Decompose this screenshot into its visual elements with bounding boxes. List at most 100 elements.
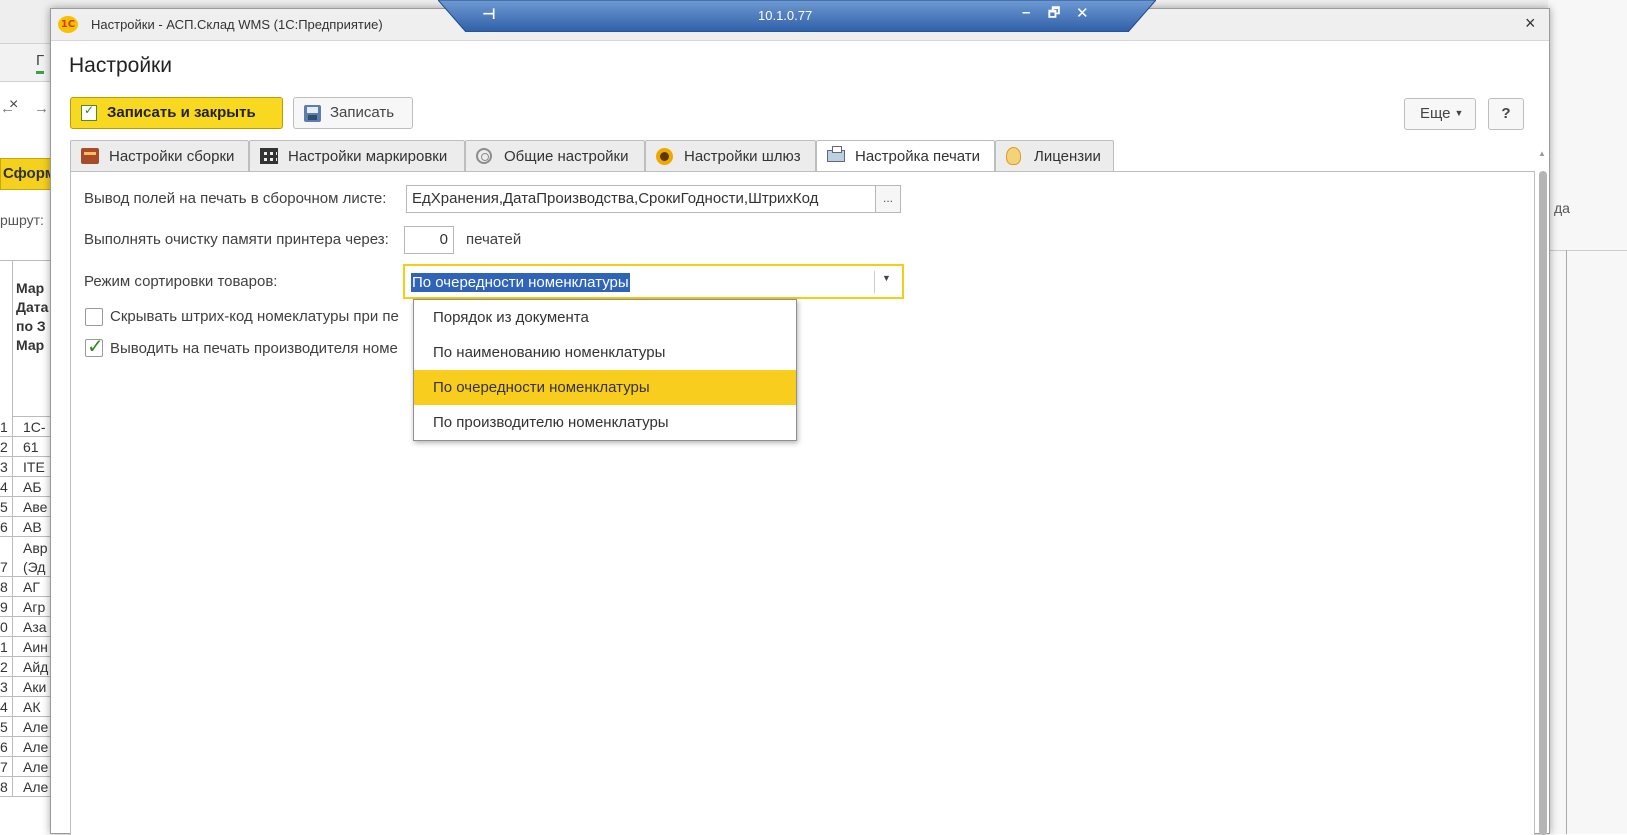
row-cell: Аза — [12, 617, 47, 636]
assembly-icon — [81, 148, 99, 164]
row-cell: Аин — [12, 637, 48, 656]
save-button[interactable]: Записать — [293, 97, 413, 129]
qr-code-icon — [260, 148, 278, 164]
hide-barcode-label: Скрывать штрих-код номеклатуры при пе — [110, 308, 399, 325]
row-number: 8 — [0, 779, 8, 795]
pin-icon[interactable]: ⊣ — [482, 5, 496, 23]
help-button[interactable]: ? — [1488, 98, 1524, 130]
row-cell: Аки — [12, 677, 46, 696]
background-route-label: ршрут: — [0, 212, 44, 228]
row-number: 0 — [0, 619, 8, 635]
tab-label: Настройка печати — [855, 148, 981, 165]
remote-session-bar: ⊣ 10.1.0.77 – 🗗 ✕ — [438, 0, 1156, 32]
row-number: 5 — [0, 719, 8, 735]
row-number: 4 — [0, 479, 8, 495]
dropdown-option-selected[interactable]: По очередности номенклатуры — [414, 370, 796, 405]
tab-general-settings[interactable]: Общие настройки — [465, 140, 645, 172]
more-label: Еще — [1420, 105, 1451, 122]
row-number: 5 — [0, 499, 8, 515]
forward-arrow-icon[interactable]: → — [34, 100, 49, 117]
page-title: Настройки — [69, 54, 172, 77]
print-fields-input[interactable]: ЕдХранения,ДатаПроизводства,СрокиГодност… — [406, 185, 876, 213]
tab-assembly-settings[interactable]: Настройки сборки — [70, 140, 249, 172]
tab-marking-settings[interactable]: Настройки маркировки — [249, 140, 465, 172]
tab-print-settings[interactable]: Настройка печати — [816, 140, 995, 173]
dropdown-option[interactable]: По наименованию номенклатуры — [414, 335, 796, 370]
background-right-area: да — [1548, 0, 1627, 834]
tab-gateway-settings[interactable]: Настройки шлюз — [645, 140, 816, 172]
row-number: 6 — [0, 519, 8, 535]
tab-label: Лицензии — [1034, 148, 1101, 165]
row-cell: 1С- — [12, 417, 46, 436]
divider — [1548, 250, 1627, 251]
gateway-icon — [656, 148, 673, 165]
row-number: 2 — [0, 659, 8, 675]
background-tab[interactable]: Г — [36, 52, 45, 74]
tab-licenses[interactable]: Лицензии — [995, 140, 1114, 172]
row-number: 1 — [0, 639, 8, 655]
row-cell: АБ — [12, 477, 42, 496]
row-cell: АК — [12, 697, 41, 716]
chevron-down-icon[interactable]: ▼ — [882, 273, 891, 283]
save-label: Записать — [330, 104, 395, 121]
sort-mode-label: Режим сортировки товаров: — [84, 273, 278, 290]
window-close-icon[interactable]: × — [1525, 13, 1536, 34]
printer-clear-unit: печатей — [466, 231, 522, 248]
tab-label: Настройки шлюз — [684, 148, 801, 165]
row-number: 1 — [0, 419, 8, 435]
background-right-label: да — [1554, 200, 1570, 216]
restore-icon[interactable]: 🗗 — [1048, 4, 1060, 26]
row-number: 6 — [0, 739, 8, 755]
printer-clear-count-input[interactable]: 0 — [404, 226, 454, 254]
dropdown-option[interactable]: По производителю номенклатуры — [414, 405, 796, 440]
row-number: 3 — [0, 679, 8, 695]
printer-icon — [827, 146, 845, 162]
back-arrow-icon[interactable]: ← — [0, 100, 15, 117]
divider — [874, 271, 875, 293]
select-fields-button[interactable]: ... — [875, 185, 901, 213]
sort-mode-select[interactable]: По очередности номенклатуры ▼ — [403, 264, 904, 299]
disk-icon — [304, 105, 321, 122]
row-cell: Аве — [12, 497, 47, 516]
row-cell: Агр — [12, 597, 45, 616]
tab-label: Настройки маркировки — [288, 148, 448, 165]
settings-dialog: 1С Настройки - АСП.Склад WMS (1С:Предпри… — [50, 8, 1550, 835]
divider — [1566, 250, 1567, 834]
more-button[interactable]: Еще ▼ — [1404, 98, 1476, 130]
row-cell: Айд — [12, 657, 48, 676]
row-number: 8 — [0, 579, 8, 595]
sort-mode-dropdown-list: Порядок из документа По наименованию ном… — [413, 299, 797, 441]
scroll-up-icon[interactable]: ▲ — [1538, 149, 1546, 158]
vertical-scrollbar[interactable]: ▲ — [1537, 149, 1549, 835]
hide-barcode-checkbox[interactable] — [85, 308, 103, 326]
sort-mode-value: По очередности номенклатуры — [411, 273, 630, 292]
row-number: 7 — [0, 559, 8, 575]
row-number: 3 — [0, 459, 8, 475]
minimize-icon[interactable]: – — [1022, 4, 1030, 21]
1c-logo-icon: 1С — [58, 16, 78, 33]
row-cell: АВ — [12, 517, 42, 536]
row-cell: Але — [12, 737, 48, 756]
dropdown-option[interactable]: Порядок из документа — [414, 300, 796, 335]
tab-label: Настройки сборки — [109, 148, 235, 165]
row-number: 2 — [0, 439, 8, 455]
license-icon — [1006, 147, 1021, 165]
tab-label: Общие настройки — [504, 148, 629, 165]
row-cell: ITE — [12, 457, 45, 476]
row-number: 7 — [0, 759, 8, 775]
print-manufacturer-label: Выводить на печать производителя номе — [110, 340, 398, 357]
printer-clear-label: Выполнять очистку памяти принтера через: — [84, 231, 389, 248]
save-and-close-button[interactable]: Записать и закрыть — [70, 97, 283, 129]
scrollbar-thumb[interactable] — [1539, 171, 1547, 835]
row-cell: АГ — [12, 577, 40, 596]
close-icon[interactable]: ✕ — [1076, 4, 1089, 22]
checkmark-icon: ✓ — [87, 336, 104, 358]
chevron-down-icon: ▼ — [1454, 108, 1464, 118]
window-title: Настройки - АСП.Склад WMS (1С:Предприяти… — [91, 17, 383, 32]
remote-host-address: 10.1.0.77 — [758, 8, 813, 23]
row-number: 4 — [0, 699, 8, 715]
row-cell: Але — [12, 717, 48, 736]
row-cell: Але — [12, 757, 48, 776]
print-manufacturer-checkbox[interactable]: ✓ — [85, 336, 104, 358]
row-cell: 61 — [12, 437, 39, 456]
